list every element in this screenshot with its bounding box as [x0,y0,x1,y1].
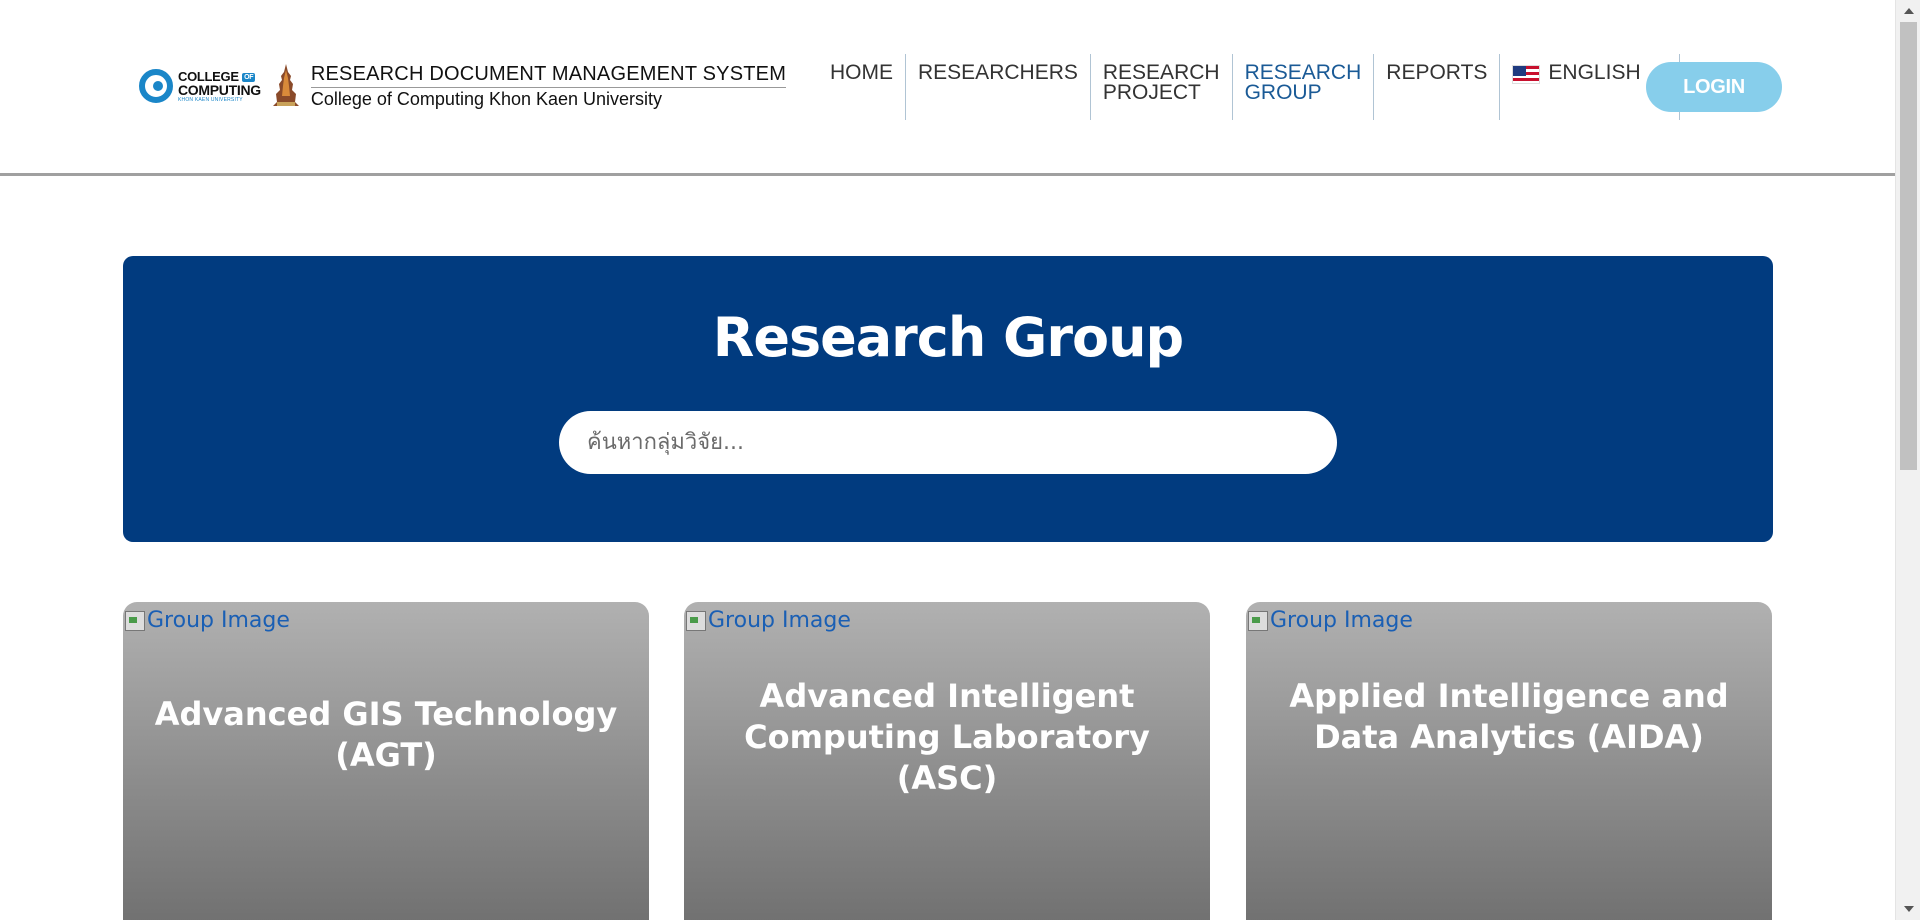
group-image: Group Image [123,608,290,633]
brand[interactable]: COLLEGE OF COMPUTING KHON KAEN UNIVERSIT… [139,62,787,110]
group-image: Group Image [684,608,851,633]
group-card-title: Advanced GIS Technology (AGT) [154,695,618,774]
group-image: Group Image [1246,608,1413,633]
main-nav: HOME RESEARCHERS RESEARCH PROJECT RESEAR… [818,54,1680,120]
page-title: Research Group [712,306,1184,369]
group-card-aida[interactable]: Group Image Applied Intelligence and Dat… [1246,602,1772,920]
scrollbar-thumb[interactable] [1900,22,1917,470]
scroll-down-arrow-icon[interactable] [1904,906,1914,912]
broken-image-icon [1246,609,1270,633]
nav-research-group[interactable]: RESEARCH GROUP [1233,54,1375,120]
search-input[interactable] [559,411,1337,474]
scroll-up-arrow-icon[interactable] [1904,8,1914,14]
page: COLLEGE OF COMPUTING KHON KAEN UNIVERSIT… [0,0,1920,920]
college-logo-icon [139,69,173,103]
site-title: RESEARCH DOCUMENT MANAGEMENT SYSTEM [310,63,787,88]
login-button[interactable]: LOGIN [1646,62,1782,112]
nav-reports[interactable]: REPORTS [1374,54,1501,120]
broken-image-icon [123,609,147,633]
group-card-agt[interactable]: Group Image Advanced GIS Technology (AGT… [123,602,649,920]
us-flag-icon [1512,65,1541,84]
site-subtitle: College of Computing Khon Kaen Universit… [310,88,663,109]
language-label: ENGLISH [1548,61,1641,84]
college-of-computing-logo: COLLEGE OF COMPUTING KHON KAEN UNIVERSIT… [139,69,261,103]
group-card-title: Advanced Intelligent Computing Laborator… [744,677,1150,797]
hero-banner: Research Group [123,256,1773,542]
vertical-scrollbar[interactable] [1895,0,1920,920]
broken-image-icon [684,609,708,633]
nav-home[interactable]: HOME [818,54,906,120]
group-card-title: Applied Intelligence and Data Analytics … [1289,677,1729,756]
nav-researchers[interactable]: RESEARCHERS [906,54,1091,120]
kku-emblem-icon [272,64,299,106]
group-card-asc[interactable]: Group Image Advanced Intelligent Computi… [684,602,1210,920]
site-header: COLLEGE OF COMPUTING KHON KAEN UNIVERSIT… [0,0,1895,176]
nav-research-project[interactable]: RESEARCH PROJECT [1091,54,1233,120]
